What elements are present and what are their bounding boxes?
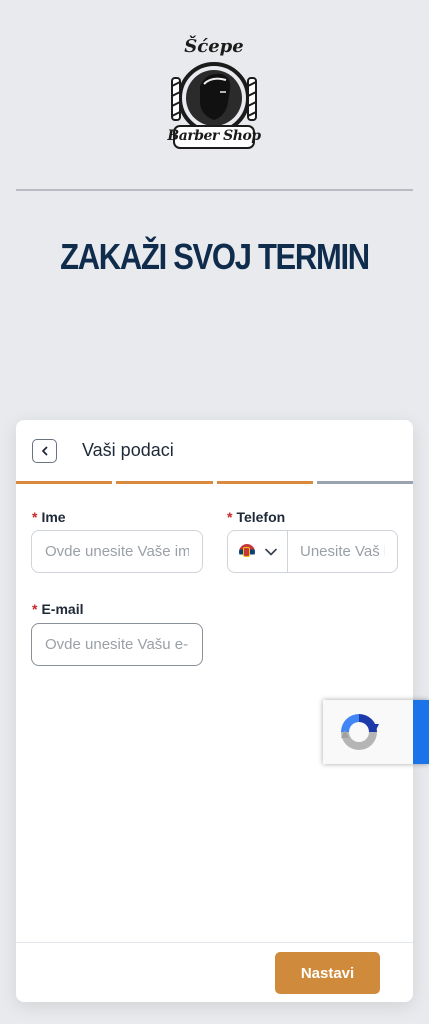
step-1 xyxy=(16,481,113,484)
step-progress xyxy=(16,481,413,484)
required-mark: * xyxy=(32,509,38,525)
step-4 xyxy=(316,481,413,484)
chevron-left-icon xyxy=(41,446,47,456)
chevron-down-icon xyxy=(264,548,277,555)
phone-label: * Telefon xyxy=(227,509,285,525)
email-label-text: E-mail xyxy=(41,601,84,617)
email-label: * E-mail xyxy=(32,601,83,617)
footer-divider xyxy=(16,942,413,943)
logo-bottom-text: Barber Shop xyxy=(167,128,261,144)
step-3 xyxy=(216,481,313,484)
card-title: Vaši podaci xyxy=(82,440,174,460)
recaptcha-icon xyxy=(341,714,379,750)
phone-label-text: Telefon xyxy=(236,509,286,525)
email-input[interactable] xyxy=(31,623,203,666)
continue-button[interactable]: Nastavi xyxy=(275,952,380,994)
serbia-flag-icon xyxy=(238,543,255,560)
page-title: ZAKAŽI SVOJ TERMIN xyxy=(60,236,370,277)
required-mark: * xyxy=(32,601,38,617)
name-label: * Ime xyxy=(32,509,66,525)
recaptcha-strip xyxy=(413,700,429,764)
name-label-text: Ime xyxy=(41,509,66,525)
phone-input[interactable] xyxy=(288,531,397,572)
required-mark: * xyxy=(227,509,233,525)
recaptcha-badge[interactable] xyxy=(323,700,429,764)
card-header: Vaši podaci xyxy=(16,420,413,482)
phone-field xyxy=(227,530,398,573)
barber-logo: Šćepe Barber Shop xyxy=(166,36,262,154)
country-selector[interactable] xyxy=(228,531,288,572)
header-divider xyxy=(16,189,413,191)
step-2 xyxy=(116,481,213,484)
name-input[interactable] xyxy=(31,530,203,573)
back-button[interactable] xyxy=(32,439,57,463)
page: Šćepe Barber Shop ZAKAŽI SVOJ TERMIN Vaš… xyxy=(0,0,429,1024)
